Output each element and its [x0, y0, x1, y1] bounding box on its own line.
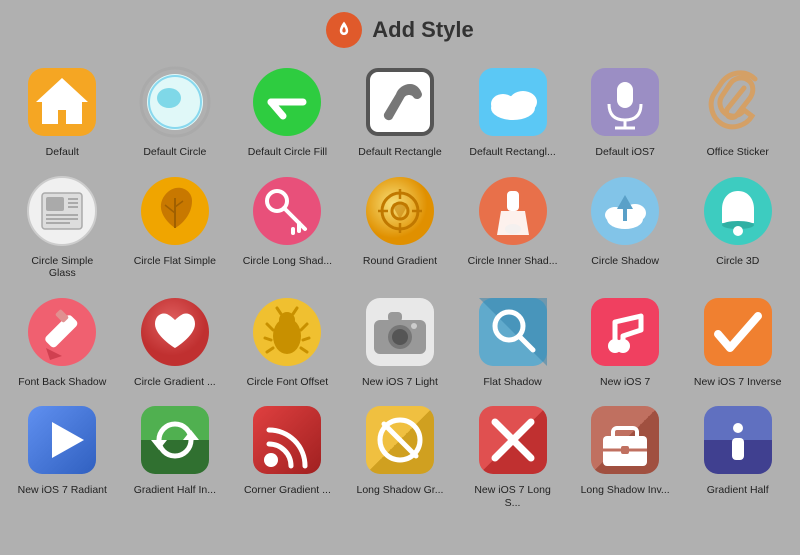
style-office[interactable]: Office Sticker: [683, 58, 792, 163]
style-label: New iOS 7 Inverse: [694, 376, 782, 389]
style-label: Long Shadow Inv...: [581, 484, 670, 497]
style-label: Office Sticker: [707, 146, 769, 159]
style-circle-flat-simple[interactable]: Circle Flat Simple: [121, 167, 230, 284]
style-default-circle-fill[interactable]: Default Circle Fill: [233, 58, 342, 163]
style-circle-font-offset[interactable]: Circle Font Offset: [233, 288, 342, 393]
style-label: New iOS 7 Light: [362, 376, 438, 389]
style-new-ios7-long-s[interactable]: New iOS 7 Long S...: [458, 396, 567, 513]
style-new-ios7-inv[interactable]: New iOS 7 Inverse: [683, 288, 792, 393]
style-flat-shadow[interactable]: Flat Shadow: [458, 288, 567, 393]
style-label: Circle 3D: [716, 255, 759, 268]
style-label: Default iOS7: [595, 146, 655, 159]
header: Add Style: [0, 0, 800, 58]
style-label: Gradient Half: [707, 484, 769, 497]
style-gradient-half-in[interactable]: Gradient Half In...: [121, 396, 230, 513]
style-label: Gradient Half In...: [134, 484, 216, 497]
style-circle-inner-shad[interactable]: Circle Inner Shad...: [458, 167, 567, 284]
style-label: New iOS 7 Long S...: [468, 484, 558, 509]
style-label: Default Circle: [143, 146, 206, 159]
style-round-gradient[interactable]: Round Gradient: [346, 167, 455, 284]
style-label: Default: [46, 146, 79, 159]
style-label: Circle Gradient ...: [134, 376, 216, 389]
style-label: Circle Inner Shad...: [468, 255, 558, 268]
style-circle-shadow[interactable]: Circle Shadow: [571, 167, 680, 284]
style-gradient-half[interactable]: Gradient Half: [683, 396, 792, 513]
style-default-rect2[interactable]: Default Rectangl...: [458, 58, 567, 163]
style-circle-gradient[interactable]: Circle Gradient ...: [121, 288, 230, 393]
style-circle-long-shad[interactable]: Circle Long Shad...: [233, 167, 342, 284]
flame-icon: [326, 12, 362, 48]
style-label: Default Rectangle: [358, 146, 441, 159]
style-default[interactable]: Default: [8, 58, 117, 163]
style-corner-gradient[interactable]: Corner Gradient ...: [233, 396, 342, 513]
style-label: Circle Font Offset: [247, 376, 329, 389]
style-new-ios7-light[interactable]: New iOS 7 Light: [346, 288, 455, 393]
style-label: Circle Long Shad...: [243, 255, 332, 268]
style-circle-3d[interactable]: Circle 3D: [683, 167, 792, 284]
style-label: Font Back Shadow: [18, 376, 106, 389]
style-label: New iOS 7 Radiant: [18, 484, 107, 497]
style-label: Default Rectangl...: [469, 146, 555, 159]
style-label: Round Gradient: [363, 255, 437, 268]
styles-grid: Default Default Circle Default Circle Fi…: [0, 58, 800, 522]
style-default-circle[interactable]: Default Circle: [121, 58, 230, 163]
style-label: Flat Shadow: [483, 376, 541, 389]
style-label: Circle Flat Simple: [134, 255, 216, 268]
style-default-rect[interactable]: Default Rectangle: [346, 58, 455, 163]
style-long-shadow-gr[interactable]: Long Shadow Gr...: [346, 396, 455, 513]
style-label: Circle Shadow: [591, 255, 659, 268]
style-label: Corner Gradient ...: [244, 484, 331, 497]
style-label: Default Circle Fill: [248, 146, 327, 159]
style-label: Long Shadow Gr...: [357, 484, 444, 497]
style-font-back-shadow[interactable]: Font Back Shadow: [8, 288, 117, 393]
style-label: New iOS 7: [600, 376, 650, 389]
style-default-ios7[interactable]: Default iOS7: [571, 58, 680, 163]
style-new-ios7-rad[interactable]: New iOS 7 Radiant: [8, 396, 117, 513]
style-label: Circle Simple Glass: [17, 255, 107, 280]
style-long-shadow-inv[interactable]: Long Shadow Inv...: [571, 396, 680, 513]
style-new-ios7[interactable]: New iOS 7: [571, 288, 680, 393]
page-title: Add Style: [372, 17, 473, 43]
style-circle-simple-glass[interactable]: Circle Simple Glass: [8, 167, 117, 284]
